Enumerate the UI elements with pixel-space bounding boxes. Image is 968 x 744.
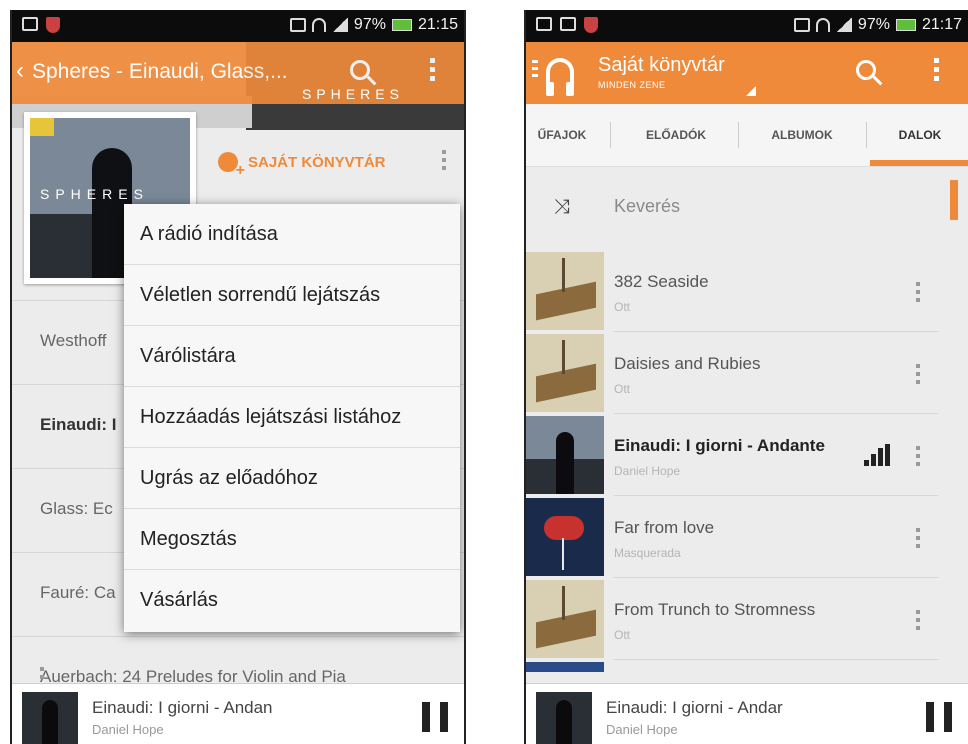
status-time: 21:15 [417,16,458,33]
shuffle-label: Keverés [614,196,681,216]
song-row[interactable]: Daisies and Rubies Ott [526,332,968,414]
battery-percent: 97% [353,16,386,33]
wifi-icon [311,18,326,32]
shuffle-row[interactable]: ⤨ Keverés [526,168,968,250]
song-thumbnail-partial [526,662,604,672]
album-overflow-icon[interactable] [442,150,446,174]
menu-item-start-radio[interactable]: A rádió indítása [124,204,460,265]
shield-icon [584,17,598,33]
menu-item-share[interactable]: Megosztás [124,509,460,570]
tab-artists[interactable]: ELŐADÓK [614,104,738,166]
search-icon[interactable] [856,60,876,80]
back-chevron-icon[interactable]: ‹ [16,57,24,85]
battery-percent: 97% [857,16,890,33]
sim-icon [793,18,810,32]
add-to-library-icon [218,152,245,180]
album-screen: 97% 21:15 ‹ Spheres - Einaudi, Glass,...… [10,10,466,744]
song-overflow-icon[interactable] [916,446,920,470]
song-overflow-icon[interactable] [916,528,920,552]
action-bar: Saját könyvtár MINDEN ZENE [526,42,968,104]
menu-item-shuffle-play[interactable]: Véletlen sorrendű lejátszás [124,265,460,326]
track-title: Westhoff [40,331,107,350]
status-time: 21:17 [921,16,962,33]
song-thumbnail [526,252,604,330]
menu-item-go-to-artist[interactable]: Ugrás az előadóhoz [124,448,460,509]
tab-genres[interactable]: ŰFAJOK [526,104,598,166]
cover-word: SPHERES [40,186,149,202]
search-icon[interactable] [350,60,370,80]
battery-icon [895,19,916,31]
song-thumbnail [526,334,604,412]
signal-icon [835,18,852,32]
library-title[interactable]: Saját könyvtár [598,54,725,77]
track-title: Fauré: Ca [40,583,116,602]
mail-icon [560,17,576,31]
now-playing-title: Einaudi: I giorni - Andar [606,698,783,717]
song-overflow-icon[interactable] [916,282,920,306]
song-artist: Ott [614,382,631,396]
song-title: Far from love [614,518,715,537]
pause-icon[interactable] [422,702,448,732]
now-playing-artist: Daniel Hope [92,722,164,737]
sim-icon [289,18,306,32]
song-title: From Trunch to Stromness [614,600,816,619]
battery-icon [391,19,412,31]
song-row[interactable]: Einaudi: I giorni - Andante Daniel Hope [526,414,968,496]
equalizer-icon [864,444,890,466]
song-row[interactable]: 382 Seaside Ott [526,250,968,332]
song-title: Einaudi: I giorni - Andante [614,436,825,455]
dropdown-caret-icon[interactable] [746,86,756,96]
now-playing-bar[interactable]: Einaudi: I giorni - Andan Daniel Hope [12,683,464,744]
song-thumbnail [526,580,604,658]
song-artist: Ott [614,300,631,314]
library-label: SAJÁT KÖNYVTÁR [248,153,386,171]
song-artist: Ott [614,628,631,642]
overflow-menu-icon[interactable] [934,58,940,85]
song-row[interactable]: Far from love Masquerada [526,496,968,578]
menu-item-buy[interactable]: Vásárlás [124,570,460,631]
add-to-library-button[interactable]: SAJÁT KÖNYVTÁR [218,152,386,180]
screenshot-icon [536,17,552,31]
song-thumbnail [526,416,604,494]
now-playing-bar[interactable]: Einaudi: I giorni - Andar Daniel Hope [526,683,968,744]
song-overflow-icon[interactable] [916,364,920,388]
album-title[interactable]: Spheres - Einaudi, Glass,... [32,60,288,84]
now-playing-thumbnail [22,692,78,744]
signal-icon [331,18,348,32]
tab-albums[interactable]: ALBUMOK [740,104,864,166]
scrollbar-thumb[interactable] [950,180,958,220]
drawer-icon[interactable] [532,60,538,81]
song-overflow-icon[interactable] [916,610,920,634]
song-artist: Daniel Hope [614,464,681,478]
wifi-icon [815,18,830,32]
now-playing-artist: Daniel Hope [606,722,678,737]
menu-item-queue[interactable]: Várólistára [124,326,460,387]
now-playing-title: Einaudi: I giorni - Andan [92,698,273,717]
track-title: Glass: Ec [40,499,113,518]
overflow-menu-icon[interactable] [430,58,436,85]
library-subtitle: MINDEN ZENE [598,80,666,90]
header-album-word: SPHERES [302,86,404,102]
mail-icon [22,17,38,31]
song-thumbnail [526,498,604,576]
shuffle-icon: ⤨ [554,196,570,218]
status-bar: 97% 21:15 [12,10,464,42]
headphones-icon[interactable] [546,58,574,96]
shield-icon [46,17,60,33]
song-artist: Masquerada [614,546,681,560]
context-menu: A rádió indítása Véletlen sorrendű leját… [124,204,460,632]
song-list: 382 Seaside Ott Daisies and Rubies Ott E… [526,250,968,660]
menu-item-add-to-playlist[interactable]: Hozzáadás lejátszási listához [124,387,460,448]
status-bar: 97% 21:17 [526,10,968,42]
track-title: Einaudi: I [40,415,117,434]
tab-songs[interactable]: DALOK [870,104,968,166]
song-title: 382 Seaside [614,272,709,291]
tab-bar: ŰFAJOK ELŐADÓK ALBUMOK DALOK [526,104,968,167]
song-row[interactable]: From Trunch to Stromness Ott [526,578,968,660]
song-title: Daisies and Rubies [614,354,761,373]
now-playing-thumbnail [536,692,592,744]
library-screen: 97% 21:17 Saját könyvtár MINDEN ZENE ŰFA… [524,10,968,744]
pause-icon[interactable] [926,702,952,732]
